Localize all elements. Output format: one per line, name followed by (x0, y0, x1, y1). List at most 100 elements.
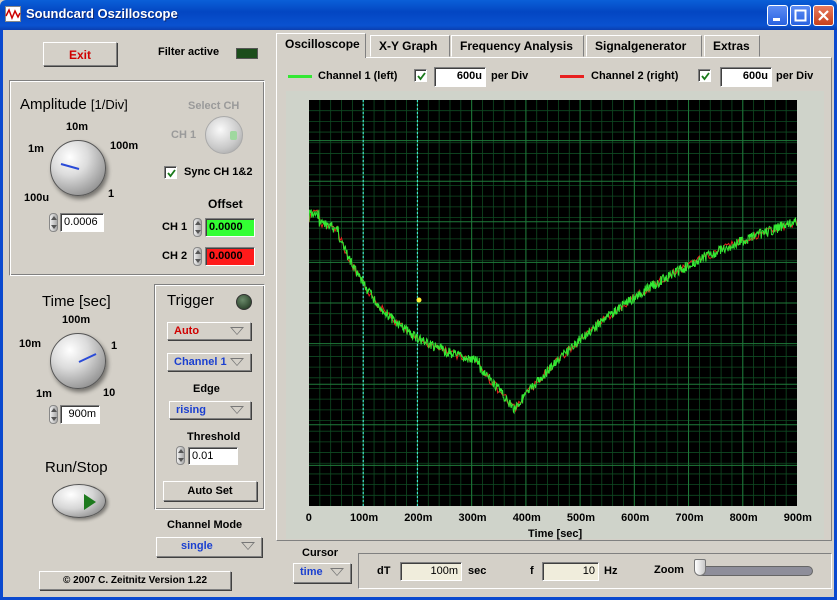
oscilloscope-plot[interactable] (309, 100, 797, 506)
x-tick-label: 300m (458, 512, 487, 524)
dropdown-arrow-icon (241, 542, 255, 550)
ch1-per-div-unit: per Div (491, 70, 529, 82)
time-knob[interactable] (50, 333, 106, 389)
select-ch-channel-label: CH 1 (171, 129, 197, 141)
ch1-per-div-field[interactable]: 600u (434, 67, 486, 87)
dt-field[interactable]: 100m (400, 562, 462, 581)
trigger-edge-label: Edge (193, 383, 220, 395)
time-scale-1: 1 (111, 340, 118, 352)
trigger-channel-dropdown[interactable]: Channel 1 (167, 353, 251, 371)
amplitude-spinner[interactable] (49, 213, 58, 232)
play-icon (84, 494, 96, 510)
offset-ch2-field[interactable]: 0.0000 (205, 247, 255, 266)
ch1-enable-checkbox[interactable] (414, 69, 427, 82)
offset-ch2-label: CH 2 (162, 250, 188, 262)
offset-ch1-field[interactable]: 0.0000 (205, 218, 255, 237)
ch2-legend-line (560, 75, 584, 78)
select-ch-switch[interactable] (205, 116, 243, 154)
trigger-edge-dropdown[interactable]: rising (169, 401, 251, 419)
amp-scale-1: 1 (108, 188, 115, 200)
maximize-button[interactable] (790, 5, 811, 26)
amplitude-unit: [1/Div] (90, 97, 128, 112)
tab-signalgenerator[interactable]: Signalgenerator (586, 35, 702, 57)
trigger-marker (416, 297, 422, 303)
dt-label: dT (377, 565, 391, 577)
cursor-label: Cursor (302, 547, 339, 559)
tab-oscilloscope[interactable]: Oscilloscope (276, 33, 366, 58)
trigger-led (236, 294, 252, 310)
f-unit: Hz (604, 565, 618, 577)
x-tick-label: 700m (675, 512, 704, 524)
trigger-title: Trigger (167, 292, 214, 309)
threshold-spinner[interactable] (176, 446, 185, 465)
ch2-enable-checkbox[interactable] (698, 69, 711, 82)
channel-1-trace (309, 209, 797, 415)
x-tick-label: 600m (621, 512, 650, 524)
filter-active-led[interactable] (236, 48, 258, 59)
app-icon (5, 6, 21, 22)
amplitude-value-field[interactable]: 0.0006 (60, 213, 104, 232)
filter-active-label: Filter active (158, 46, 220, 58)
run-stop-label: Run/Stop (45, 459, 108, 476)
maximize-icon (794, 9, 807, 22)
dropdown-arrow-icon (230, 358, 244, 366)
amp-scale-100u: 100u (24, 192, 50, 204)
close-button[interactable] (813, 5, 834, 26)
checkmark-icon (417, 72, 426, 81)
tab-xy-graph[interactable]: X-Y Graph (370, 35, 450, 57)
select-ch-indicator (230, 131, 237, 140)
dropdown-arrow-icon (230, 327, 244, 335)
f-field[interactable]: 10 (542, 562, 599, 581)
x-tick-label: 100m (350, 512, 379, 524)
offset-ch2-spinner[interactable] (193, 247, 202, 266)
trigger-edge-value: rising (176, 404, 206, 416)
cursor-mode-value: time (300, 566, 323, 578)
channel-mode-dropdown[interactable]: single (156, 537, 262, 557)
close-icon (818, 10, 829, 21)
amp-scale-10m: 10m (66, 121, 89, 133)
trigger-channel-value: Channel 1 (174, 356, 227, 368)
copyright-label: © 2007 C. Zeitnitz Version 1.22 (39, 571, 231, 590)
window-title: Soundcard Oszilloscope (26, 6, 178, 21)
offset-ch1-spinner[interactable] (193, 218, 202, 237)
amp-scale-100m: 100m (110, 140, 139, 152)
exit-button[interactable]: Exit (43, 42, 117, 66)
time-scale-100m: 100m (62, 314, 91, 326)
time-title: Time [sec] (42, 293, 111, 310)
x-axis-label: Time [sec] (528, 528, 583, 540)
amplitude-title-text: Amplitude (20, 96, 87, 113)
ch1-label: Channel 1 (left) (318, 70, 398, 82)
minimize-button[interactable] (767, 5, 788, 26)
time-scale-10m: 10m (19, 338, 42, 350)
dt-unit: sec (468, 565, 487, 577)
zoom-label: Zoom (654, 564, 684, 576)
title-bar: Soundcard Oszilloscope (0, 0, 837, 30)
threshold-field[interactable]: 0.01 (188, 447, 238, 465)
autoset-button[interactable]: Auto Set (163, 481, 257, 501)
x-tick-label: 500m (566, 512, 596, 524)
offset-ch1-label: CH 1 (162, 221, 188, 233)
minimize-icon (773, 18, 780, 21)
sync-checkbox[interactable] (164, 166, 177, 179)
x-axis-ticks: 0 100m 200m 300m 400m 500m 600m 700m 800m 900m (0, 512, 837, 528)
oscilloscope-display (309, 100, 797, 506)
amplitude-knob[interactable] (50, 140, 106, 196)
checkmark-icon (701, 72, 710, 81)
tab-frequency-analysis[interactable]: Frequency Analysis (451, 35, 584, 57)
zoom-slider-thumb[interactable] (694, 559, 706, 576)
amplitude-knob-pointer (60, 163, 80, 170)
ch2-per-div-unit: per Div (776, 70, 814, 82)
x-tick-label: 400m (512, 512, 541, 524)
amplitude-title: Amplitude [1/Div] (20, 96, 128, 113)
trigger-mode-dropdown[interactable]: Auto (167, 322, 251, 340)
channel-mode-value: single (181, 540, 213, 552)
tab-extras[interactable]: Extras (704, 35, 760, 57)
zoom-slider-track[interactable] (696, 566, 813, 576)
x-tick-label: 900m (783, 512, 812, 524)
x-tick-label: 200m (404, 512, 433, 524)
ch2-per-div-field[interactable]: 600u (720, 67, 772, 87)
time-spinner[interactable] (49, 405, 58, 424)
cursor-mode-dropdown[interactable]: time (293, 563, 351, 583)
time-value-field[interactable]: 900m (60, 405, 100, 424)
x-tick-label: 0 (305, 512, 312, 524)
